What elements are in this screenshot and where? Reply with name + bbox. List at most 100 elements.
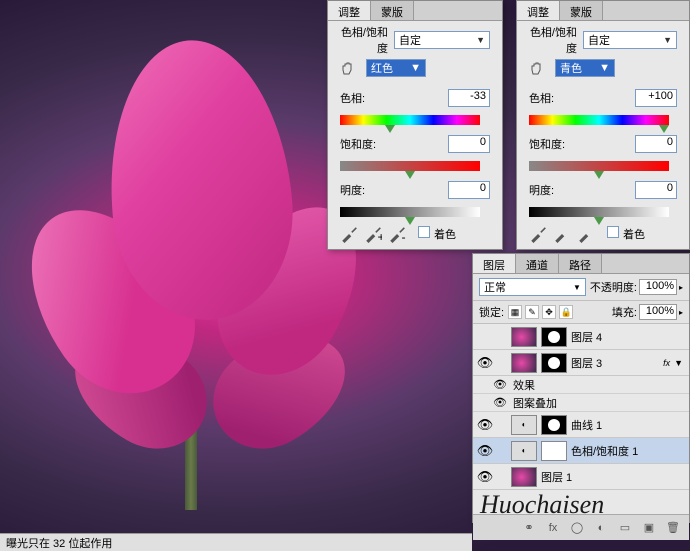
layer-thumbnail	[511, 467, 537, 487]
tab-adjust[interactable]: 调整	[328, 1, 371, 20]
eyedropper-add-icon[interactable]: +	[364, 225, 382, 243]
preset-select[interactable]: 自定 ▼	[583, 31, 677, 49]
saturation-input[interactable]: 0	[448, 135, 490, 153]
eyedropper-icon[interactable]	[529, 225, 547, 243]
tab-paths[interactable]: 路径	[559, 254, 602, 273]
fill-label: 填充:	[612, 304, 637, 320]
saturation-slider[interactable]	[529, 161, 669, 171]
layer-item[interactable]: 👁 ◐ 曲线 1	[473, 412, 689, 438]
layer-item[interactable]: 👁 图层 3 fx ▼	[473, 350, 689, 376]
tab-channels[interactable]: 通道	[516, 254, 559, 273]
channel-select[interactable]: 红色 ▼	[366, 59, 426, 77]
channel-value: 红色	[371, 60, 393, 76]
lightness-input[interactable]: 0	[635, 181, 677, 199]
layer-mask-icon[interactable]: ◯	[569, 520, 585, 536]
layer-effect-pattern-overlay[interactable]: 👁 图案叠加	[473, 394, 689, 412]
preset-value: 自定	[588, 32, 610, 48]
visibility-icon[interactable]: 👁	[475, 417, 495, 433]
status-bar: 曝光只在 32 位起作用	[0, 533, 472, 551]
lock-position-icon[interactable]: ✥	[542, 305, 556, 319]
chevron-down-icon: ▼	[663, 35, 672, 45]
svg-text:+: +	[378, 230, 383, 243]
hue-slider[interactable]	[529, 115, 669, 125]
colorize-checkbox[interactable]	[607, 226, 619, 238]
lock-all-icon[interactable]: 🔒	[559, 305, 573, 319]
layer-name: 曲线 1	[571, 417, 687, 433]
lock-pixels-icon[interactable]: ✎	[525, 305, 539, 319]
layer-mask-thumbnail	[541, 353, 567, 373]
panel-title: 色相/饱和度	[529, 24, 577, 56]
layer-name: 图层 4	[571, 329, 687, 345]
hue-input[interactable]: -33	[448, 89, 490, 107]
channel-select[interactable]: 青色 ▼	[555, 59, 615, 77]
signature: Huochaisen	[480, 490, 604, 520]
layer-thumbnail	[511, 327, 537, 347]
lightness-label: 明度:	[529, 182, 581, 198]
chevron-down-icon: ▼	[599, 62, 610, 74]
hue-input[interactable]: +100	[635, 89, 677, 107]
chevron-down-icon[interactable]: ▼	[674, 358, 683, 368]
layer-name: 图层 3	[571, 355, 663, 371]
lock-transparency-icon[interactable]: ▦	[508, 305, 522, 319]
adjustment-layer-icon[interactable]: ◐	[593, 520, 609, 536]
hand-icon[interactable]	[529, 60, 547, 76]
blend-mode-select[interactable]: 正常 ▼	[479, 278, 586, 296]
hand-icon[interactable]	[340, 60, 358, 76]
effects-label: 效果	[513, 377, 535, 393]
chevron-right-icon[interactable]: ▸	[679, 283, 683, 292]
hue-sat-panel-right: 调整 蒙版 色相/饱和度 自定 ▼ 青色 ▼ 色相: +100	[516, 0, 690, 250]
link-layers-icon[interactable]: ⚭	[521, 520, 537, 536]
layer-mask-thumbnail	[541, 415, 567, 435]
opacity-input[interactable]: 100%	[639, 279, 677, 295]
hue-label: 色相:	[529, 90, 581, 106]
tab-mask[interactable]: 蒙版	[371, 1, 414, 20]
hue-sat-panel-left: 调整 蒙版 色相/饱和度 自定 ▼ 红色 ▼ 色相: -33	[327, 0, 503, 250]
trash-icon[interactable]: 🗑	[665, 520, 681, 536]
colorize-checkbox[interactable]	[418, 226, 430, 238]
eyedropper-subtract-icon[interactable]: -	[388, 225, 406, 243]
lightness-slider[interactable]	[529, 207, 669, 217]
tab-mask[interactable]: 蒙版	[560, 1, 603, 20]
folder-icon[interactable]: ▭	[617, 520, 633, 536]
eyedropper-add-icon[interactable]	[553, 225, 571, 243]
layer-item[interactable]: 👁 图层 1	[473, 464, 689, 490]
layer-name: 色相/饱和度 1	[571, 443, 687, 459]
layer-mask-thumbnail	[541, 441, 567, 461]
visibility-icon[interactable]: 👁	[475, 469, 495, 485]
saturation-slider[interactable]	[340, 161, 480, 171]
visibility-icon[interactable]: 👁	[475, 443, 495, 459]
fx-badge[interactable]: fx	[663, 358, 670, 368]
layer-item[interactable]: 图层 4	[473, 324, 689, 350]
saturation-input[interactable]: 0	[635, 135, 677, 153]
panel-title: 色相/饱和度	[340, 24, 388, 56]
status-text: 曝光只在 32 位起作用	[6, 535, 112, 551]
layer-name: 图层 1	[541, 469, 687, 485]
colorize-label: 着色	[434, 229, 456, 241]
saturation-label: 饱和度:	[340, 136, 392, 152]
tab-layers[interactable]: 图层	[473, 254, 516, 273]
layer-mask-thumbnail	[541, 327, 567, 347]
preset-select[interactable]: 自定 ▼	[394, 31, 490, 49]
hue-slider[interactable]	[340, 115, 480, 125]
fill-input[interactable]: 100%	[639, 304, 677, 320]
lightness-slider[interactable]	[340, 207, 480, 217]
blend-mode-value: 正常	[484, 279, 506, 295]
lightness-input[interactable]: 0	[448, 181, 490, 199]
layer-thumbnail	[511, 353, 537, 373]
new-layer-icon[interactable]: ▣	[641, 520, 657, 536]
svg-text:-: -	[402, 230, 406, 243]
preset-value: 自定	[399, 32, 421, 48]
chevron-down-icon: ▼	[410, 62, 421, 74]
saturation-label: 饱和度:	[529, 136, 581, 152]
tab-adjust[interactable]: 调整	[517, 1, 560, 20]
opacity-label: 不透明度:	[590, 279, 637, 295]
eyedropper-icon[interactable]	[340, 225, 358, 243]
eyedropper-subtract-icon[interactable]	[577, 225, 595, 243]
layer-list: 图层 4 👁 图层 3 fx ▼ 👁 效果 👁 图案叠加 👁 ◐ 曲线 1 �	[473, 324, 689, 514]
visibility-icon[interactable]: 👁	[475, 355, 495, 371]
layer-effects-header[interactable]: 👁 效果	[473, 376, 689, 394]
layer-fx-icon[interactable]: fx	[545, 520, 561, 536]
layer-item[interactable]: 👁 ◐ 色相/饱和度 1	[473, 438, 689, 464]
hue-label: 色相:	[340, 90, 392, 106]
chevron-right-icon[interactable]: ▸	[679, 308, 683, 317]
